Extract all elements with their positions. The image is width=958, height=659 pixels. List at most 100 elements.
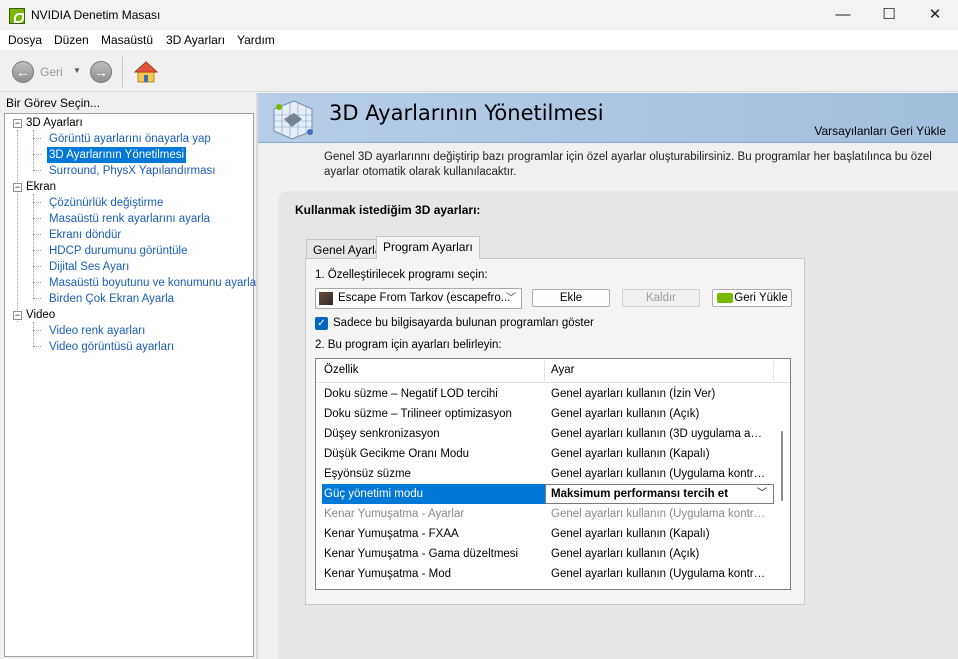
- back-arrow-icon[interactable]: ←: [12, 61, 34, 83]
- tree-item-video-image[interactable]: Video görüntüsü ayarları: [47, 339, 176, 355]
- filter-checkbox-label[interactable]: Sadece bu bilgisayarda bulunan programla…: [333, 317, 594, 329]
- table-row[interactable]: Düşey senkronizasyon Genel ayarları kulla…: [316, 424, 774, 444]
- menu-desktop[interactable]: Masaüstü: [101, 33, 153, 47]
- row-setting[interactable]: Genel ayarları kullanın (Açık): [551, 404, 766, 424]
- table-row[interactable]: Doku süzme – Trilineer optimizasyon Genel…: [316, 404, 774, 424]
- tree-category-label: 3D Ayarları: [26, 117, 83, 129]
- menu-help[interactable]: Yardım: [237, 33, 275, 47]
- menu-3d-settings[interactable]: 3D Ayarları: [166, 33, 225, 47]
- step2-label: 2. Bu program için ayarları belirleyin:: [315, 339, 502, 351]
- tree-item-change-resolution[interactable]: Çözünürlük değiştirme: [47, 195, 165, 211]
- row-property: Doku süzme – Trilineer optimizasyon: [324, 408, 512, 420]
- section-title: Kullanmak istediğim 3D ayarları:: [295, 203, 481, 217]
- tree-category-video[interactable]: − Video: [13, 307, 55, 323]
- restore-defaults-link[interactable]: Varsayılanları Geri Yükle: [814, 124, 946, 138]
- chevron-down-icon: ﹀: [757, 488, 767, 499]
- content-panel: 3D Ayarlarının Yönetilmesi Varsayılanlar…: [258, 93, 958, 659]
- menu-edit[interactable]: Düzen: [54, 33, 89, 47]
- row-property: Eşyönsüz süzme: [324, 468, 411, 480]
- chevron-down-icon: ﹀: [506, 293, 516, 304]
- tree-item-surround-physx[interactable]: Surround, PhysX Yapılandırması: [47, 163, 217, 179]
- row-setting[interactable]: Genel ayarları kullanın (3D uygulama aya…: [551, 424, 766, 444]
- collapse-icon[interactable]: −: [13, 119, 22, 128]
- collapse-icon[interactable]: −: [13, 183, 22, 192]
- page-banner: 3D Ayarlarının Yönetilmesi Varsayılanlar…: [258, 93, 958, 143]
- menu-file[interactable]: Dosya: [8, 33, 42, 47]
- tree-category-label: Ekran: [26, 181, 57, 193]
- restore-button[interactable]: Geri Yükle: [712, 289, 792, 307]
- tree-category-label: Video: [26, 309, 56, 321]
- row-setting[interactable]: Genel ayarları kullanın (Kapalı): [551, 444, 766, 464]
- tree-item-video-color[interactable]: Video renk ayarları: [47, 323, 147, 339]
- row-setting[interactable]: Genel ayarları kullanın (Uygulama kontro…: [551, 504, 766, 524]
- row-setting[interactable]: Genel ayarları kullanın (Uygulama kontro…: [551, 564, 766, 584]
- tab-program-settings[interactable]: Program Ayarları: [376, 236, 480, 259]
- remove-button[interactable]: Kaldır: [622, 289, 700, 307]
- table-row[interactable]: Eşyönsüz süzme Genel ayarları kullanın (U…: [316, 464, 774, 484]
- task-tree: −3D Ayarları Görüntü ayarlarını önayarla…: [4, 113, 256, 657]
- table-row[interactable]: Kenar Yumuşatma - FXAA Genel ayarları kul…: [316, 524, 774, 544]
- title-bar: NVIDIA Denetim Masası — ☐ ✕: [0, 0, 958, 30]
- tree-item-desktop-size[interactable]: Masaüstü boyutunu ve konumunu ayarla: [47, 275, 258, 291]
- grid-header: Özellik Ayar: [316, 359, 790, 383]
- row-property: Kenar Yumuşatma - Ayarlar: [324, 508, 465, 520]
- back-button-label[interactable]: Geri: [40, 65, 63, 79]
- grid-scrollbar-thumb[interactable]: [781, 431, 783, 501]
- tree-item-hdcp-status[interactable]: HDCP durumunu görüntüle: [47, 243, 190, 259]
- restore-button-label: Geri Yükle: [734, 292, 788, 304]
- row-setting[interactable]: Genel ayarları kullanın (İzin Ver): [551, 384, 766, 404]
- row-property: Kenar Yumuşatma - Mod: [324, 568, 451, 580]
- nvidia-icon: [717, 293, 733, 303]
- home-icon[interactable]: [134, 60, 158, 84]
- row-setting[interactable]: Genel ayarları kullanın (Uygulama kontro…: [551, 464, 766, 484]
- program-select[interactable]: Escape From Tarkov (escapefro... ﹀: [315, 288, 522, 309]
- back-history-dropdown-icon[interactable]: ▼: [73, 66, 81, 75]
- table-row[interactable]: Kenar Yumuşatma - Gama düzeltmesi Genel a…: [316, 544, 774, 564]
- toolbar: ← Geri ▼ →: [0, 51, 958, 92]
- tree-item-rotate-display[interactable]: Ekranı döndür: [47, 227, 123, 243]
- table-row[interactable]: Doku süzme – Negatif LOD tercihi Genel ay…: [316, 384, 774, 404]
- grid-scrollbar[interactable]: [774, 383, 790, 589]
- tree-item-desktop-color[interactable]: Masaüstü renk ayarlarını ayarla: [47, 211, 212, 227]
- table-row-selected[interactable]: Güç yönetimi modu Maksimum performansı te…: [316, 484, 774, 504]
- power-mode-select-value: Maksimum performansı tercih et: [551, 488, 729, 500]
- tree-item-image-presets[interactable]: Görüntü ayarlarını önayarla yap: [47, 131, 213, 147]
- tree-category-3d-settings[interactable]: −3D Ayarları: [13, 115, 83, 131]
- tab-content: 1. Özelleştirilecek programı seçin: Esca…: [305, 258, 805, 605]
- tree-category-display[interactable]: − Ekran: [13, 179, 56, 195]
- tree-item-digital-audio[interactable]: Dijital Ses Ayarı: [47, 259, 131, 275]
- settings-grid: Özellik Ayar Doku süzme – Negatif LOD te…: [315, 358, 791, 590]
- 3d-cube-icon: [273, 100, 313, 140]
- step1-label: 1. Özelleştirilecek programı seçin:: [315, 269, 488, 281]
- page-title: 3D Ayarlarının Yönetilmesi: [329, 101, 604, 125]
- close-button[interactable]: ✕: [912, 0, 958, 30]
- column-header-setting[interactable]: Ayar: [551, 364, 574, 376]
- program-select-value: Escape From Tarkov (escapefro...: [338, 292, 511, 304]
- task-panel-header: Bir Görev Seçin...: [0, 93, 256, 113]
- minimize-button[interactable]: —: [820, 0, 866, 30]
- page-description: Genel 3D ayarlarınnı değiştirip bazı pro…: [324, 151, 932, 178]
- row-setting[interactable]: Genel ayarları kullanın (Açık): [551, 544, 766, 564]
- maximize-button[interactable]: ☐: [866, 0, 912, 30]
- table-row[interactable]: Düşük Gecikme Oranı Modu Genel ayarları k…: [316, 444, 774, 464]
- table-row[interactable]: Kenar Yumuşatma - Ayarlar Genel ayarları …: [316, 504, 774, 524]
- table-row[interactable]: Kenar Yumuşatma - Mod Genel ayarları kull…: [316, 564, 774, 584]
- app-icon: [9, 8, 25, 24]
- program-icon: [319, 292, 333, 305]
- tree-item-manage-3d-settings[interactable]: 3D Ayarlarının Yönetilmesi: [47, 147, 187, 163]
- add-button[interactable]: Ekle: [532, 289, 610, 307]
- column-header-feature[interactable]: Özellik: [324, 364, 359, 376]
- row-setting[interactable]: Genel ayarları kullanın (Kapalı): [551, 524, 766, 544]
- forward-arrow-icon[interactable]: →: [90, 61, 112, 83]
- power-mode-select[interactable]: Maksimum performansı tercih et ﹀: [545, 484, 774, 504]
- toolbar-separator: [122, 57, 123, 87]
- tree-item-multiple-displays[interactable]: Birden Çok Ekran Ayarla: [47, 291, 176, 307]
- menu-bar: Dosya Düzen Masaüstü 3D Ayarları Yardım: [0, 30, 958, 50]
- row-property: Kenar Yumuşatma - Gama düzeltmesi: [324, 548, 519, 560]
- window-title: NVIDIA Denetim Masası: [31, 8, 161, 22]
- row-property: Güç yönetimi modu: [322, 484, 545, 504]
- row-property: Düşük Gecikme Oranı Modu: [324, 448, 470, 460]
- collapse-icon[interactable]: −: [13, 311, 22, 320]
- checkbox-icon[interactable]: ✓: [315, 317, 328, 330]
- row-property: Kenar Yumuşatma - FXAA: [324, 528, 459, 540]
